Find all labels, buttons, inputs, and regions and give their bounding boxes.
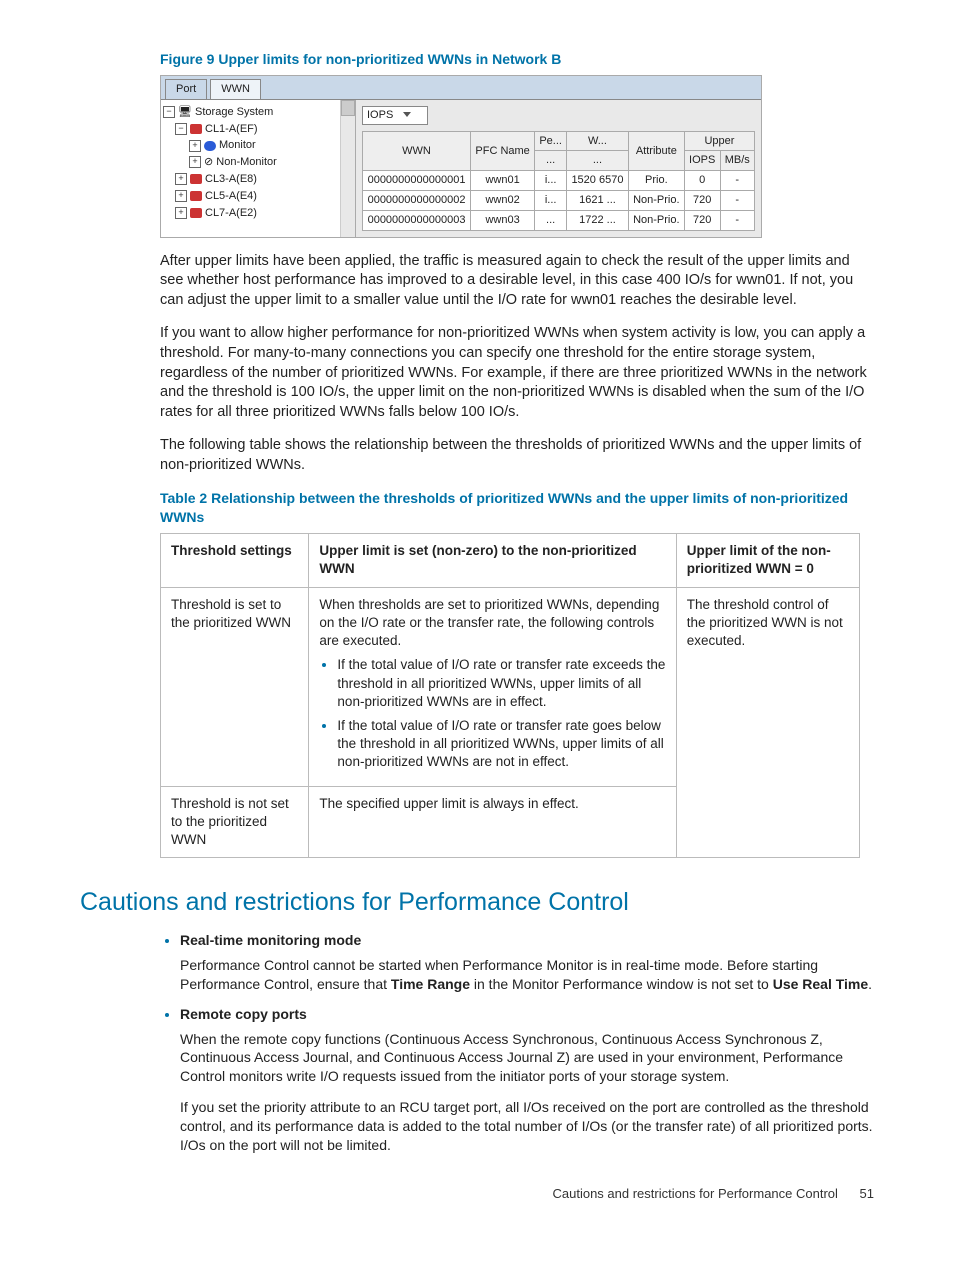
item-title: Remote copy ports	[180, 1006, 307, 1022]
paragraph: If you want to allow higher performance …	[160, 324, 874, 422]
col-pfc[interactable]: PFC Name	[471, 131, 535, 171]
paragraph: The following table shows the relationsh…	[160, 436, 874, 475]
tree-selected[interactable]: −CL1-A(EF)	[163, 121, 353, 138]
item-body: Performance Control cannot be started wh…	[180, 956, 874, 994]
grid-row[interactable]: 0000000000000003 wwn03 ... 1722 ... Non-…	[363, 210, 755, 230]
col-mbs[interactable]: MB/s	[720, 151, 754, 171]
list-item: Remote copy ports When the remote copy f…	[180, 1004, 874, 1155]
col-iops[interactable]: IOPS	[684, 151, 720, 171]
tab-port[interactable]: Port	[165, 79, 207, 99]
figure-screenshot: Port WWN −🖥 Storage System −CL1-A(EF) +M…	[160, 75, 762, 238]
rel-cell: When thresholds are set to prioritized W…	[309, 587, 676, 786]
tree-child[interactable]: +⊘ Non-Monitor	[163, 154, 353, 171]
rel-cell: Threshold is not set to the prioritized …	[161, 786, 309, 858]
figure-caption: Figure 9 Upper limits for non-prioritize…	[160, 50, 874, 69]
table-caption: Table 2 Relationship between the thresho…	[160, 489, 874, 527]
rel-cell: The threshold control of the prioritized…	[676, 587, 859, 858]
paragraph: After upper limits have been applied, th…	[160, 252, 874, 311]
section-heading: Cautions and restrictions for Performanc…	[80, 886, 874, 920]
scroll-thumb[interactable]	[341, 100, 355, 116]
col-wwn[interactable]: WWN	[363, 131, 471, 171]
chevron-down-icon	[403, 112, 411, 117]
page-footer: Cautions and restrictions for Performanc…	[80, 1185, 874, 1203]
item-title: Real-time monitoring mode	[180, 932, 361, 948]
tree-panel: −🖥 Storage System −CL1-A(EF) +Monitor +⊘…	[161, 100, 356, 237]
relationship-table: Threshold settings Upper limit is set (n…	[160, 533, 860, 858]
grid-row[interactable]: 0000000000000001 wwn01 i... 1520 6570 Pr…	[363, 171, 755, 191]
footer-text: Cautions and restrictions for Performanc…	[553, 1186, 838, 1201]
tree-scrollbar[interactable]	[340, 100, 355, 237]
rel-h3: Upper limit of the non-prioritized WWN =…	[676, 534, 859, 587]
col-w[interactable]: W...	[567, 131, 629, 151]
rel-h1: Threshold settings	[161, 534, 309, 587]
page-number: 51	[860, 1186, 874, 1201]
item-body: If you set the priority attribute to an …	[180, 1098, 874, 1155]
wwn-grid: WWN PFC Name Pe... W... Attribute Upper …	[362, 131, 755, 231]
grid-row[interactable]: 0000000000000002 wwn02 i... 1621 ... Non…	[363, 191, 755, 211]
caution-list: Real-time monitoring mode Performance Co…	[160, 930, 874, 1155]
grid-panel: IOPS WWN PFC Name Pe... W... Attribute U…	[356, 100, 761, 237]
list-item: Real-time monitoring mode Performance Co…	[180, 930, 874, 994]
item-body: When the remote copy functions (Continuo…	[180, 1030, 874, 1087]
col-upper[interactable]: Upper	[684, 131, 754, 151]
tree-sibling[interactable]: +CL7-A(E2)	[163, 205, 353, 222]
iops-dropdown[interactable]: IOPS	[362, 106, 428, 125]
tree-sibling[interactable]: +CL3-A(E8)	[163, 171, 353, 188]
tree-child[interactable]: +Monitor	[163, 137, 353, 154]
col-pe[interactable]: Pe...	[535, 131, 567, 151]
rel-cell: The specified upper limit is always in e…	[309, 786, 676, 858]
rel-h2: Upper limit is set (non-zero) to the non…	[309, 534, 676, 587]
tree-root[interactable]: −🖥 Storage System	[163, 104, 353, 121]
tab-wwn[interactable]: WWN	[210, 79, 261, 99]
col-attr[interactable]: Attribute	[628, 131, 684, 171]
tab-bar: Port WWN	[161, 76, 761, 100]
rel-cell: Threshold is set to the prioritized WWN	[161, 587, 309, 786]
tree-sibling[interactable]: +CL5-A(E4)	[163, 188, 353, 205]
